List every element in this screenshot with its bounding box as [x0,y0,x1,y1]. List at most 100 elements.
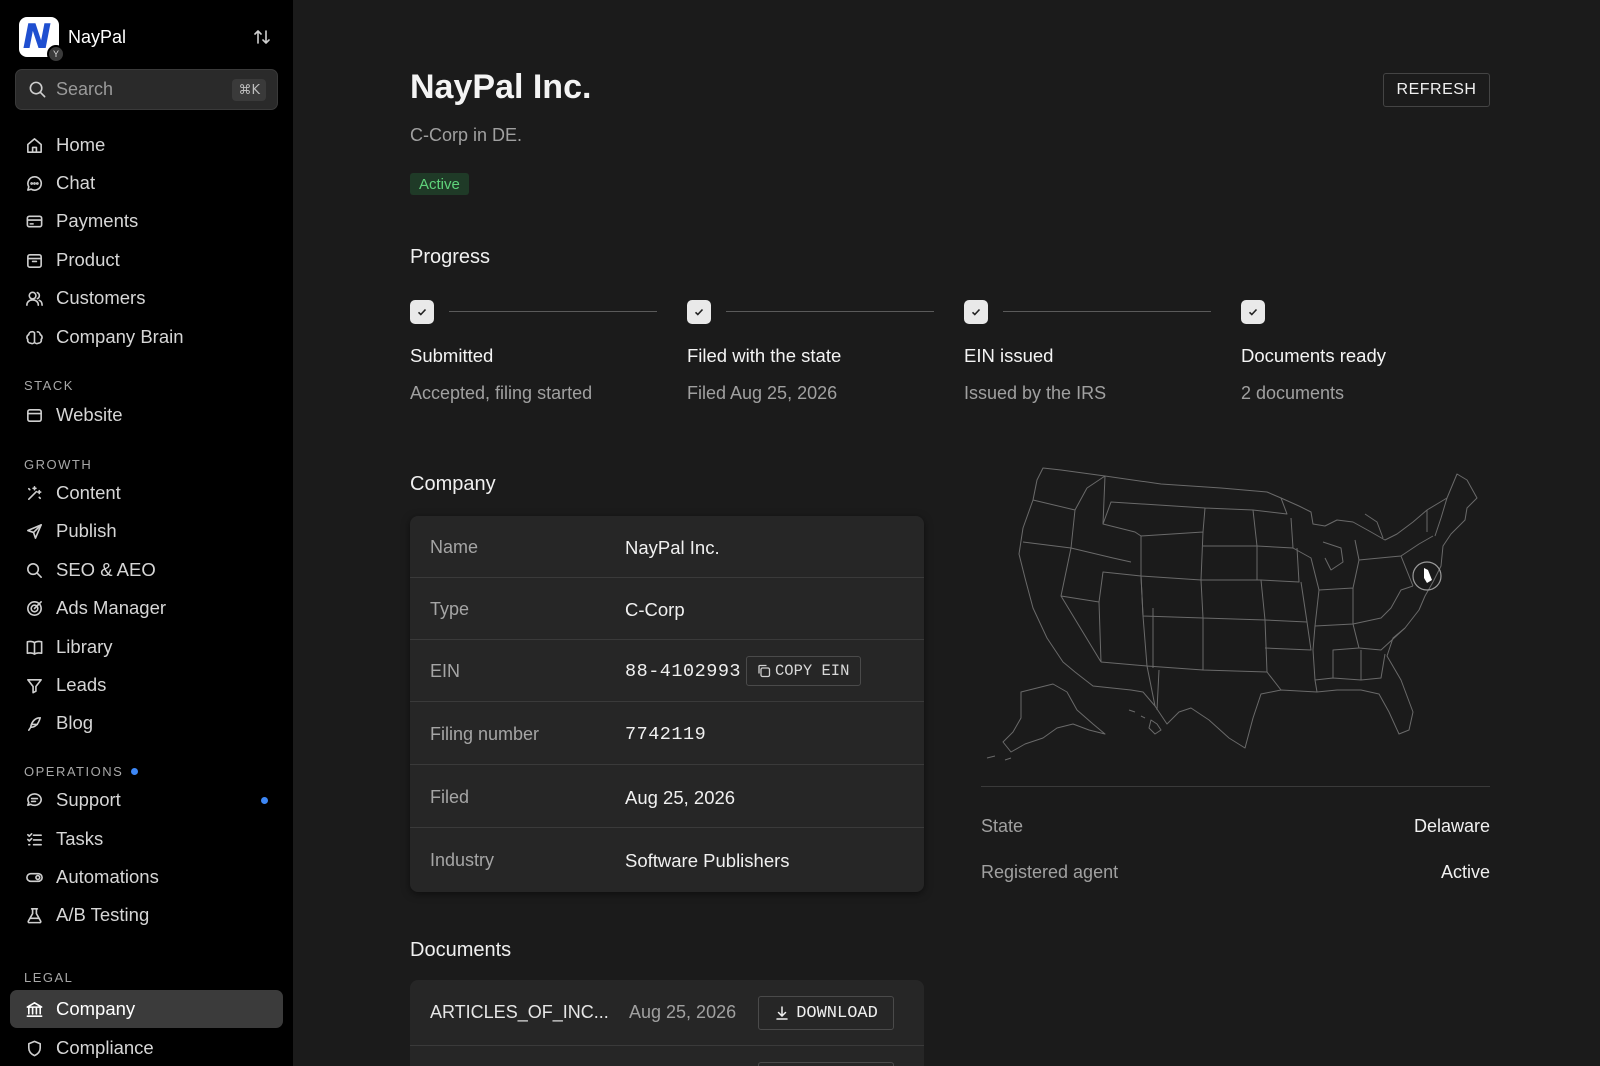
us-state-map [986,467,1478,761]
brand-name: NayPal [68,26,127,47]
book-icon [26,640,42,655]
row-key: Name [430,537,479,557]
sidebar-item-chat[interactable]: Chat [10,164,283,202]
sidebar-item-library[interactable]: Library [10,628,283,666]
step-title: Documents ready [1241,345,1386,366]
sidebar-item-label: Company [56,998,136,1019]
state-label: State [981,816,1024,836]
section-label-operations: OPERATIONS [24,764,139,779]
sidebar-item-label: Tasks [56,828,104,849]
workspace-avatar-badge: Y [47,45,65,63]
payments-icon [26,214,42,228]
sidebar-item-blog[interactable]: Blog [10,704,283,742]
sidebar-item-content[interactable]: Content [10,474,283,512]
sidebar-item-label: Payments [56,210,139,231]
check-icon [410,300,434,324]
sidebar-item-label: Chat [56,172,96,193]
progress-connector [449,311,657,312]
sidebar-item-ab-testing[interactable]: A/B Testing [10,896,283,934]
sidebar: N Y NayPal Search ⌘K Home Chat Payments … [0,0,293,1066]
row-value: NayPal Inc. [625,537,720,558]
sidebar-item-payments[interactable]: Payments [10,202,283,240]
page-subtitle: C-Corp in DE. [410,125,523,145]
product-icon [26,253,42,268]
sidebar-item-label: Product [56,249,120,270]
sidebar-item-compliance[interactable]: Compliance [10,1029,283,1066]
sidebar-item-company-brain[interactable]: Company Brain [10,318,283,356]
sidebar-item-label: Automations [56,866,159,887]
unread-dot [261,797,268,804]
sidebar-item-label: Blog [56,712,94,733]
table-row: Filed Aug 25, 2026 [410,766,924,828]
table-row: EIN 88-4102993 COPY EIN [410,640,924,702]
sidebar-item-leads[interactable]: Leads [10,666,283,704]
sidebar-item-label: SEO & AEO [56,559,156,580]
download-button[interactable]: DOWNLOAD [758,996,894,1030]
registered-agent-label: Registered agent [981,862,1119,882]
sidebar-item-tasks[interactable]: Tasks [10,820,283,858]
sidebar-item-label: Library [56,636,113,657]
sidebar-item-automations[interactable]: Automations [10,858,283,896]
sidebar-item-ads-manager[interactable]: Ads Manager [10,589,283,627]
workspace-switcher[interactable]: N Y NayPal [19,17,279,63]
page-title: NayPal Inc. [410,68,592,106]
refresh-button[interactable]: REFRESH [1383,73,1490,107]
table-row: Name NayPal Inc. [410,516,924,578]
sidebar-item-support[interactable]: Support [10,781,283,819]
step-title: EIN issued [964,345,1054,366]
sidebar-item-label: Support [56,789,121,810]
step-title: Filed with the state [687,345,842,366]
step-detail: Accepted, filing started [410,383,593,403]
sidebar-item-label: Website [56,404,123,425]
list-item: ARTICLES_OF_INC... Aug 25, 2026 DOWNLOAD [410,980,924,1046]
feather-icon [27,716,41,731]
support-icon [26,792,42,806]
search-input[interactable]: Search ⌘K [15,69,278,110]
send-icon [26,523,42,539]
documents-card: ARTICLES_OF_INC... Aug 25, 2026 DOWNLOAD [410,980,924,1066]
filter-icon [26,678,42,693]
brand-logo: N Y [19,17,65,63]
download-button[interactable] [758,1062,894,1066]
row-key: Filing number [430,724,540,744]
registered-agent-value: Active [1440,862,1490,882]
sidebar-item-label: Customers [56,287,146,308]
sidebar-item-product[interactable]: Product [10,241,283,279]
sidebar-item-label: Company Brain [56,326,184,347]
flask-icon [26,907,42,923]
home-icon [26,137,42,153]
step-detail: Filed Aug 25, 2026 [687,383,838,403]
shield-icon [27,1040,41,1056]
state-value: Delaware [1413,816,1490,836]
step-detail: Issued by the IRS [964,383,1107,403]
sidebar-item-home[interactable]: Home [10,126,283,164]
row-key: Type [430,599,470,619]
check-icon [1241,300,1265,324]
brain-icon [25,330,43,344]
copy-ein-button[interactable]: COPY EIN [746,656,862,686]
sidebar-item-label: Content [56,482,121,503]
logo-letter: N [22,17,52,57]
sidebar-item-label: Compliance [56,1037,154,1058]
bank-icon [26,1001,42,1017]
documents-heading: Documents [410,939,512,961]
search-shortcut: ⌘K [232,79,266,101]
table-row: Filing number 7742119 [410,703,924,765]
divider [981,786,1490,787]
document-date: Aug 25, 2026 [629,1002,737,1022]
row-key: Industry [430,850,495,870]
sidebar-item-website[interactable]: Website [10,396,283,434]
sidebar-item-label: Ads Manager [56,597,167,618]
section-label-growth: GROWTH [24,457,93,472]
search-icon [26,562,42,578]
ein-value: 88-4102993 [625,661,742,682]
switch-arrows-icon[interactable] [253,27,271,47]
copy-ein-label: COPY EIN [775,662,850,680]
table-row: Industry Software Publishers [410,829,924,891]
sidebar-item-publish[interactable]: Publish [10,512,283,550]
sidebar-item-label: Home [56,134,106,155]
sidebar-item-company[interactable]: Company [10,990,283,1028]
sidebar-item-seo[interactable]: SEO & AEO [10,551,283,589]
sidebar-item-customers[interactable]: Customers [10,279,283,317]
row-key: Filed [430,787,470,807]
